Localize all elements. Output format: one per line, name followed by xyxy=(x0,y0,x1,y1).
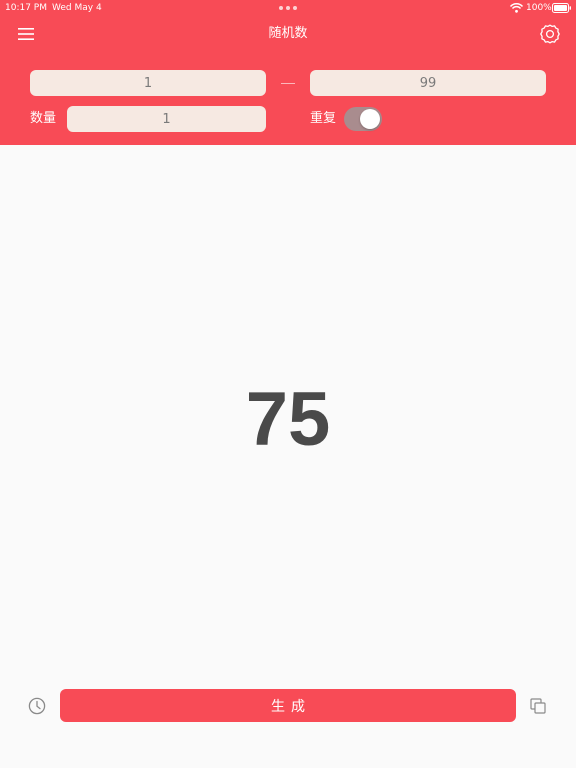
repeat-toggle[interactable] xyxy=(344,107,382,131)
hamburger-menu-icon xyxy=(18,28,34,40)
clock-icon xyxy=(28,697,46,715)
range-separator xyxy=(281,83,295,84)
gear-icon xyxy=(540,24,560,44)
range-min-input[interactable] xyxy=(30,70,266,96)
status-time: 10:17 PM xyxy=(5,3,47,13)
settings-button[interactable] xyxy=(538,22,562,46)
copy-button[interactable] xyxy=(528,696,548,716)
header-bar: 10:17 PM Wed May 4 100% 随机数 1 99 数量 1 重复 xyxy=(0,0,576,145)
wifi-icon xyxy=(510,3,523,13)
count-label: 数量 xyxy=(30,111,57,126)
repeat-label: 重复 xyxy=(310,111,337,126)
page-title: 随机数 xyxy=(268,26,308,41)
history-button[interactable] xyxy=(27,696,47,716)
status-bar: 10:17 PM Wed May 4 100% xyxy=(0,0,576,16)
count-input[interactable] xyxy=(67,106,266,132)
battery-icon xyxy=(552,3,571,13)
range-max-input[interactable] xyxy=(310,70,546,96)
menu-button[interactable] xyxy=(16,24,38,44)
multitasking-dots-icon[interactable] xyxy=(279,6,297,10)
toggle-knob xyxy=(360,109,380,129)
copy-icon xyxy=(530,698,546,714)
battery-percent: 100% xyxy=(526,3,552,13)
result-number: 75 xyxy=(245,377,331,462)
status-date: Wed May 4 xyxy=(52,3,102,13)
generate-button[interactable]: 生成 xyxy=(60,689,516,722)
